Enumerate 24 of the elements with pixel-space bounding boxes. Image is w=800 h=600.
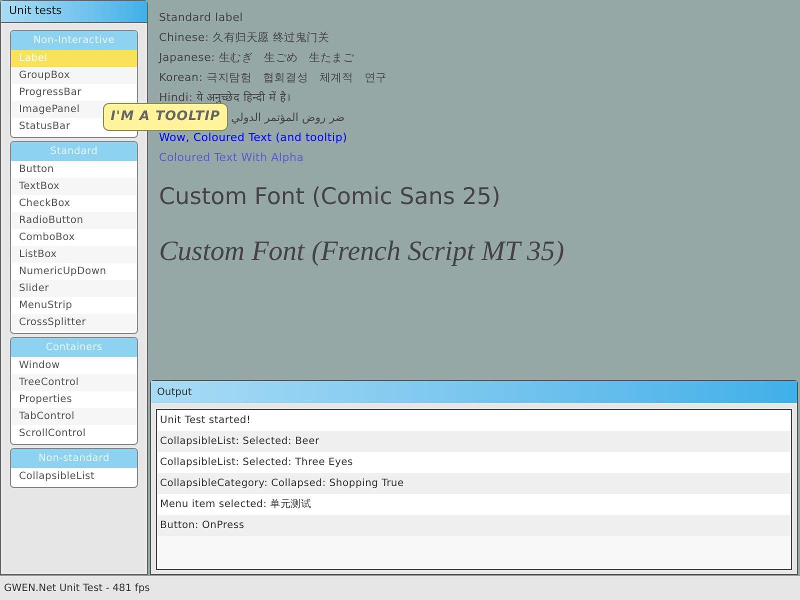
coloured-label: Wow, Coloured Text (and tooltip) xyxy=(159,130,348,146)
custom-font-label: Custom Font (Comic Sans 25) xyxy=(159,183,500,212)
category-item[interactable]: CrossSplitter xyxy=(11,314,137,331)
label-text: ضر روض المؤتمر الدولي xyxy=(231,110,345,126)
status-bar: GWEN.Net Unit Test - 481 fps xyxy=(0,575,800,600)
tooltip: I'M A TOOLTIP xyxy=(103,103,228,131)
category-item[interactable]: Slider xyxy=(11,280,137,297)
category-item[interactable]: ListBox xyxy=(11,246,137,263)
label-text: Chinese: 久有归天愿 终过鬼门关 xyxy=(159,30,330,46)
label-text: Standard label xyxy=(159,10,243,26)
category-item[interactable]: GroupBox xyxy=(11,67,137,84)
category-item[interactable]: TreeControl xyxy=(11,374,137,391)
category-item[interactable]: ScrollControl xyxy=(11,425,137,442)
coloured-label: Coloured Text With Alpha xyxy=(159,150,304,166)
category-item[interactable]: TextBox xyxy=(11,178,137,195)
panel-title: Unit tests xyxy=(1,1,147,23)
category-item[interactable]: RadioButton xyxy=(11,212,137,229)
label-text: Hindi: ये अनुच्छेद हिन्दी में है। xyxy=(159,90,291,106)
label-text: Korean: 극지탐험 협회결성 체계적 연구 xyxy=(159,70,387,86)
window-title: Output xyxy=(151,381,797,403)
category-item[interactable]: TabControl xyxy=(11,408,137,425)
category-item[interactable]: CollapsibleList xyxy=(11,468,137,485)
label-text: Japanese: 生むぎ 生ごめ 生たまご xyxy=(159,50,354,66)
script-font-label: Custom Font (French Script MT 35) xyxy=(159,234,564,268)
